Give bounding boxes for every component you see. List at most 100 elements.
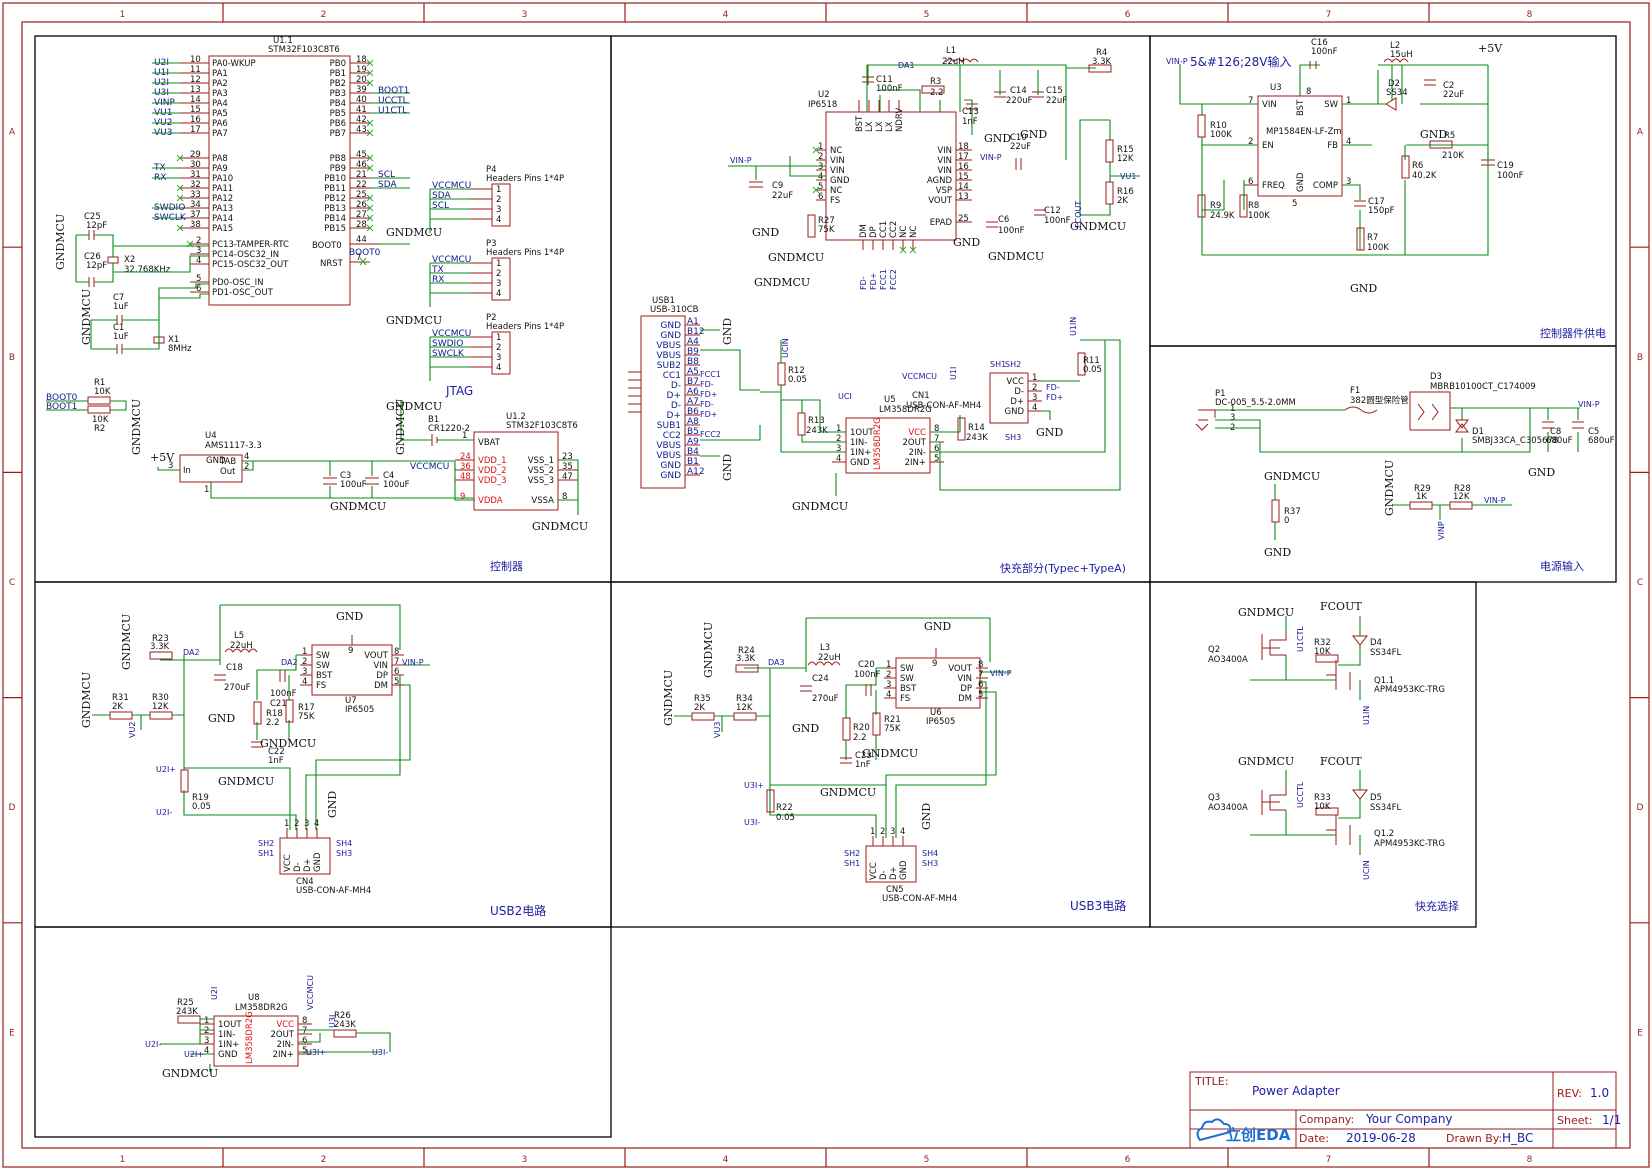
u7-pins-pin-num: 8: [394, 647, 399, 657]
mp1584-pin-gnd: GND: [1296, 172, 1306, 192]
ruler-col-7: 7: [1326, 10, 1332, 20]
usb1-pin-num: B8: [687, 357, 699, 367]
u5-pin-VCC: VCC: [908, 428, 926, 438]
regulator-u4: U4 AMS1117-3.3 In GND TAB Out 3 4 2 1 +5…: [150, 431, 512, 513]
svg-text:GNDMCU: GNDMCU: [54, 214, 67, 270]
usb1-pin-num: B9: [687, 347, 699, 357]
u1-pin-PA9: PA9: [212, 164, 228, 174]
cn1-pin-num: 4: [1032, 403, 1037, 413]
svg-text:10K: 10K: [1314, 647, 1331, 657]
section-fast-select: [1149, 581, 1477, 928]
svg-text:APM4953KC-TRG: APM4953KC-TRG: [1374, 685, 1445, 695]
header-pin-num: 3: [496, 279, 501, 289]
svg-text:R20: R20: [853, 723, 870, 733]
usb1-pin-num: B1: [687, 457, 699, 467]
ip6518-pin-EPAD: EPAD: [930, 218, 953, 228]
power-input: P1 DC-005_5.5-2.0MM 132 F1 382圆型保险管 D3 M…: [1195, 372, 1615, 559]
svg-text:100nF: 100nF: [876, 84, 903, 94]
ruler-col-3: 3: [522, 10, 528, 20]
svg-text:+5V: +5V: [150, 451, 175, 464]
svg-text:3.3K: 3.3K: [1092, 57, 1112, 67]
u7-pins-pin-num: 5: [394, 677, 399, 687]
cn4-pins-pin-num: 1: [284, 819, 289, 829]
svg-text:VIN-P: VIN-P: [990, 669, 1012, 678]
usb1-pin-num: B5: [687, 427, 699, 437]
svg-text:C18: C18: [226, 663, 243, 673]
u7-pins-pin-num: 2: [302, 657, 307, 667]
usb2-circuit: L5 22uH C18 270uF GND 100nF C21 DA2 DA2 …: [80, 604, 430, 896]
svg-text:22uF: 22uF: [1046, 96, 1067, 106]
svg-text:GNDMCU: GNDMCU: [862, 747, 918, 760]
svg-text:C14: C14: [1010, 86, 1027, 96]
svg-text:X2: X2: [124, 255, 135, 265]
svg-text:U4: U4: [205, 431, 217, 441]
u1-net-U1CTL: U1CTL: [378, 106, 407, 116]
usb1-pin-num: B7: [687, 377, 699, 387]
svg-text:SS34: SS34: [1386, 88, 1408, 98]
title-block: TITLE: Power Adapter REV: 1.0 Company: Y…: [1189, 1071, 1621, 1149]
ruler-row-E-right: E: [1637, 1028, 1643, 1038]
svg-text:U5: U5: [884, 395, 896, 405]
svg-text:GND: GND: [924, 620, 951, 633]
svg-text:C12: C12: [1044, 206, 1061, 216]
svg-text:U3I+: U3I+: [306, 1048, 326, 1057]
u1-pin-num: 11: [190, 65, 201, 75]
u1-pin-num: 13: [190, 85, 201, 95]
svg-text:DC-005_5.5-2.0MM: DC-005_5.5-2.0MM: [1215, 398, 1296, 408]
u12-pin-num: 47: [562, 472, 573, 482]
u1-pin-PB1: PB1: [330, 69, 346, 79]
svg-text:GNDMCU: GNDMCU: [120, 614, 133, 670]
usb1-pin-num: B6: [687, 407, 699, 417]
svg-text:GNDMCU: GNDMCU: [80, 289, 93, 345]
ip6518-pin-NC: NC: [830, 186, 842, 196]
ip6518-pin-GND: GND: [830, 176, 850, 186]
svg-text:F1: F1: [1350, 386, 1360, 396]
usb1-pin-SUB1: SUB1: [657, 421, 681, 431]
svg-text:STM32F103C8T6: STM32F103C8T6: [506, 421, 578, 431]
sheet-label: Sheet:: [1557, 1114, 1593, 1127]
svg-text:GNDMCU: GNDMCU: [1264, 470, 1320, 483]
u6-pins-pin-VOUT: VOUT: [948, 664, 973, 674]
u1-pin-PD0-OSC_IN: PD0-OSC_IN: [212, 278, 264, 288]
svg-text:3.3K: 3.3K: [150, 642, 170, 652]
svg-text:USB-CON-AF-MH4: USB-CON-AF-MH4: [882, 894, 957, 904]
u5-pin-num: 4: [836, 454, 841, 464]
u1-pin-num: 31: [190, 170, 201, 180]
u1-pin-PA13: PA13: [212, 204, 233, 214]
u6-pins-pin-DM: DM: [958, 694, 972, 704]
sheet-value: 1/1: [1602, 1113, 1621, 1127]
header-pin-num: 3: [496, 353, 501, 363]
ip6518-net-FD-: FD-: [859, 276, 868, 290]
u1-pin-num: 27: [356, 210, 367, 220]
svg-text:GNDMCU: GNDMCU: [330, 500, 386, 513]
usb1-pin-num: A9: [687, 437, 699, 447]
svg-text:AO3400A: AO3400A: [1208, 655, 1248, 665]
svg-text:GNDMCU: GNDMCU: [662, 670, 675, 726]
svg-text:U3I-: U3I-: [744, 818, 760, 827]
svg-text:270uF: 270uF: [224, 683, 251, 693]
svg-text:3.3K: 3.3K: [736, 654, 756, 664]
svg-text:C9: C9: [772, 181, 783, 191]
u1-pin-PB2: PB2: [330, 79, 346, 89]
u1-pin-PB13: PB13: [324, 204, 346, 214]
ip6518-top-LX: LX: [875, 121, 885, 132]
u1-pin-num: 33: [190, 190, 201, 200]
fast-select: GNDMCU FCOUT Q2 AO3400A U1CTL R32 10K D4…: [1208, 600, 1445, 880]
svg-text:22uH: 22uH: [942, 57, 965, 67]
svg-text:VCCMCU: VCCMCU: [902, 372, 937, 381]
ip6518-bottom-CC1: CC1: [879, 221, 889, 238]
date-value: 2019-06-28: [1346, 1131, 1416, 1145]
svg-text:VU2: VU2: [128, 722, 137, 738]
u1-pin-num: 46: [356, 160, 367, 170]
boot-resistors: R1 10K R2 10K BOOT0 BOOT1 GNDMCU: [46, 378, 143, 455]
caption-fast-select: 快充选择: [1415, 899, 1459, 913]
svg-text:SH4: SH4: [336, 839, 352, 848]
u1-pin-num: 42: [356, 115, 367, 125]
ruler-col-1-bottom: 1: [120, 1155, 126, 1165]
ruler-col-5-bottom: 5: [924, 1155, 930, 1165]
svg-text:GND: GND: [1264, 546, 1291, 559]
cn1-pin-num: 1: [1032, 373, 1037, 383]
mp1584-pin-FB: FB: [1327, 141, 1338, 151]
u6-pins-pin-SW: SW: [900, 674, 914, 684]
ruler-col-2-bottom: 2: [321, 1155, 327, 1165]
